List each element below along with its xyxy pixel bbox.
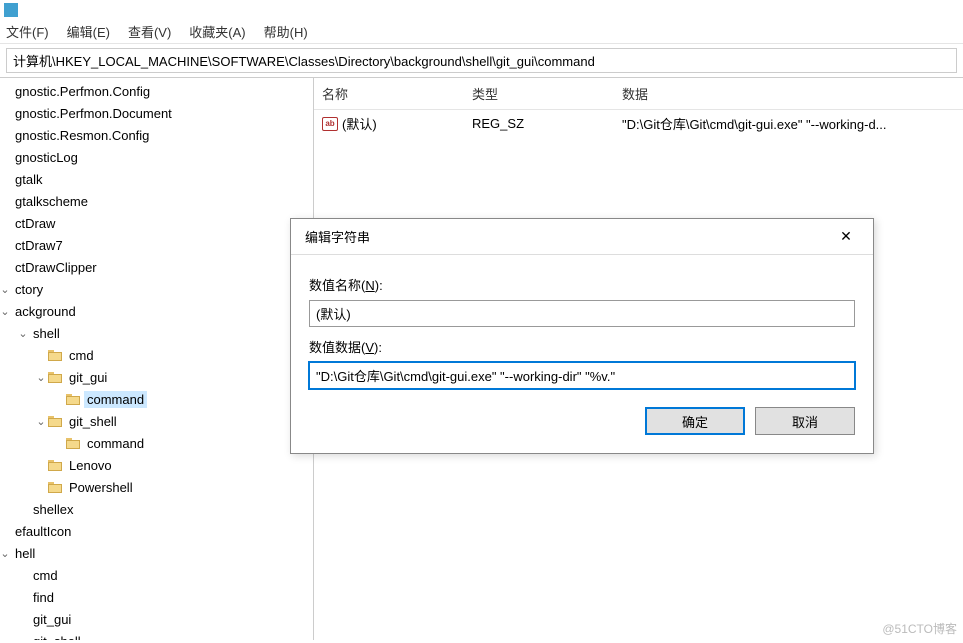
- folder-icon: [48, 350, 62, 361]
- menu-edit[interactable]: 编辑(E): [67, 22, 110, 41]
- toggle-icon[interactable]: ⌄: [0, 283, 10, 296]
- folder-icon: [48, 416, 62, 427]
- toggle-icon[interactable]: ⌄: [36, 371, 46, 384]
- tree-item-ackground[interactable]: ⌄ackground: [0, 300, 313, 322]
- menu-help[interactable]: 帮助(H): [264, 22, 308, 41]
- cancel-button[interactable]: 取消: [755, 407, 855, 435]
- menubar: 文件(F) 编辑(E) 查看(V) 收藏夹(A) 帮助(H): [0, 20, 963, 44]
- tree-item-git-shell[interactable]: ⌄ git_shell: [0, 410, 313, 432]
- tree-item-label: shell: [30, 325, 63, 342]
- menu-view[interactable]: 查看(V): [128, 22, 171, 41]
- tree-item-label: git_gui: [66, 369, 110, 386]
- list-row[interactable]: ab (默认) REG_SZ "D:\Git仓库\Git\cmd\git-gui…: [314, 110, 963, 137]
- app-icon: [4, 3, 18, 17]
- tree-item-label: shellex: [30, 501, 76, 518]
- tree-item-lenovo[interactable]: Lenovo: [0, 454, 313, 476]
- tree-item-git-gui[interactable]: ⌄ git_gui: [0, 366, 313, 388]
- tree-item-label: gtalk: [12, 171, 45, 188]
- tree-item-label: cmd: [66, 347, 97, 364]
- folder-icon: [66, 394, 80, 405]
- tree-item-cmd[interactable]: cmd: [0, 564, 313, 586]
- ok-button[interactable]: 确定: [645, 407, 745, 435]
- tree-item-label: ctDraw7: [12, 237, 66, 254]
- tree-item-label: cmd: [30, 567, 61, 584]
- tree-item-label: Lenovo: [66, 457, 115, 474]
- tree-item-label: ctDraw: [12, 215, 58, 232]
- close-icon[interactable]: ✕: [831, 228, 861, 245]
- tree-item-label: gnosticLog: [12, 149, 81, 166]
- folder-icon: [66, 438, 80, 449]
- col-type-header[interactable]: 类型: [464, 78, 614, 109]
- tree-item-label: find: [30, 589, 57, 606]
- tree-item-ctdraw7[interactable]: ctDraw7: [0, 234, 313, 256]
- tree-item-gnostic-resmon-config[interactable]: gnostic.Resmon.Config: [0, 124, 313, 146]
- tree-item-git-gui[interactable]: git_gui: [0, 608, 313, 630]
- list-header: 名称 类型 数据: [314, 78, 963, 110]
- tree-item-efaulticon[interactable]: efaultIcon: [0, 520, 313, 542]
- tree-item-ctory[interactable]: ⌄ctory: [0, 278, 313, 300]
- tree-item-ctdrawclipper[interactable]: ctDrawClipper: [0, 256, 313, 278]
- value-name-input[interactable]: [309, 300, 855, 327]
- tree-item-gtalkscheme[interactable]: gtalkscheme: [0, 190, 313, 212]
- toggle-icon[interactable]: ⌄: [36, 415, 46, 428]
- value-data-input[interactable]: [309, 362, 855, 389]
- tree-item-label: hell: [12, 545, 38, 562]
- tree-item-gnostic-perfmon-config[interactable]: gnostic.Perfmon.Config: [0, 80, 313, 102]
- tree-item-label: git_shell: [30, 633, 84, 641]
- path-input[interactable]: [6, 48, 957, 73]
- tree-item-hell[interactable]: ⌄hell: [0, 542, 313, 564]
- tree-item-label: ackground: [12, 303, 79, 320]
- edit-string-dialog: 编辑字符串 ✕ 数值名称(N): 数值数据(V): 确定 取消: [290, 218, 874, 454]
- tree-item-label: git_gui: [30, 611, 74, 628]
- tree-item-cmd[interactable]: cmd: [0, 344, 313, 366]
- tree-item-label: gnostic.Perfmon.Document: [12, 105, 175, 122]
- dialog-title: 编辑字符串: [305, 227, 370, 246]
- tree-item-label: ctDrawClipper: [12, 259, 100, 276]
- tree-item-label: gtalkscheme: [12, 193, 91, 210]
- tree-item-label: command: [84, 391, 147, 408]
- tree-view[interactable]: gnostic.Perfmon.Config gnostic.Perfmon.Do…: [0, 78, 314, 640]
- tree-item-label: gnostic.Perfmon.Config: [12, 83, 153, 100]
- value-name-label: 数值名称(N):: [309, 275, 855, 294]
- tree-item-label: efaultIcon: [12, 523, 74, 540]
- tree-item-git-shell[interactable]: git_shell: [0, 630, 313, 640]
- tree-item-gnostic-perfmon-document[interactable]: gnostic.Perfmon.Document: [0, 102, 313, 124]
- value-data: "D:\Git仓库\Git\cmd\git-gui.exe" "--workin…: [614, 110, 963, 137]
- folder-icon: [48, 482, 62, 493]
- folder-icon: [48, 372, 62, 383]
- toggle-icon[interactable]: ⌄: [18, 327, 28, 340]
- pathbar: [0, 44, 963, 77]
- tree-item-gtalk[interactable]: gtalk: [0, 168, 313, 190]
- tree-item-find[interactable]: find: [0, 586, 313, 608]
- tree-item-label: ctory: [12, 281, 46, 298]
- value-type: REG_SZ: [464, 112, 614, 135]
- tree-item-label: gnostic.Resmon.Config: [12, 127, 152, 144]
- tree-item-label: command: [84, 435, 147, 452]
- tree-item-command[interactable]: command: [0, 388, 313, 410]
- menu-file[interactable]: 文件(F): [6, 22, 49, 41]
- tree-item-label: Powershell: [66, 479, 136, 496]
- value-data-label: 数值数据(V):: [309, 337, 855, 356]
- tree-item-ctdraw[interactable]: ctDraw: [0, 212, 313, 234]
- tree-item-command[interactable]: command: [0, 432, 313, 454]
- menu-favorites[interactable]: 收藏夹(A): [189, 22, 245, 41]
- value-name: (默认): [342, 114, 377, 133]
- col-data-header[interactable]: 数据: [614, 78, 963, 109]
- toggle-icon[interactable]: ⌄: [0, 305, 10, 318]
- tree-item-label: git_shell: [66, 413, 120, 430]
- toggle-icon[interactable]: ⌄: [0, 547, 10, 560]
- tree-item-shell[interactable]: ⌄shell: [0, 322, 313, 344]
- titlebar: [0, 0, 963, 20]
- string-value-icon: ab: [322, 117, 338, 131]
- col-name-header[interactable]: 名称: [314, 78, 464, 109]
- watermark: @51CTO博客: [882, 620, 957, 637]
- folder-icon: [48, 460, 62, 471]
- tree-item-shellex[interactable]: shellex: [0, 498, 313, 520]
- tree-item-gnosticlog[interactable]: gnosticLog: [0, 146, 313, 168]
- tree-item-powershell[interactable]: Powershell: [0, 476, 313, 498]
